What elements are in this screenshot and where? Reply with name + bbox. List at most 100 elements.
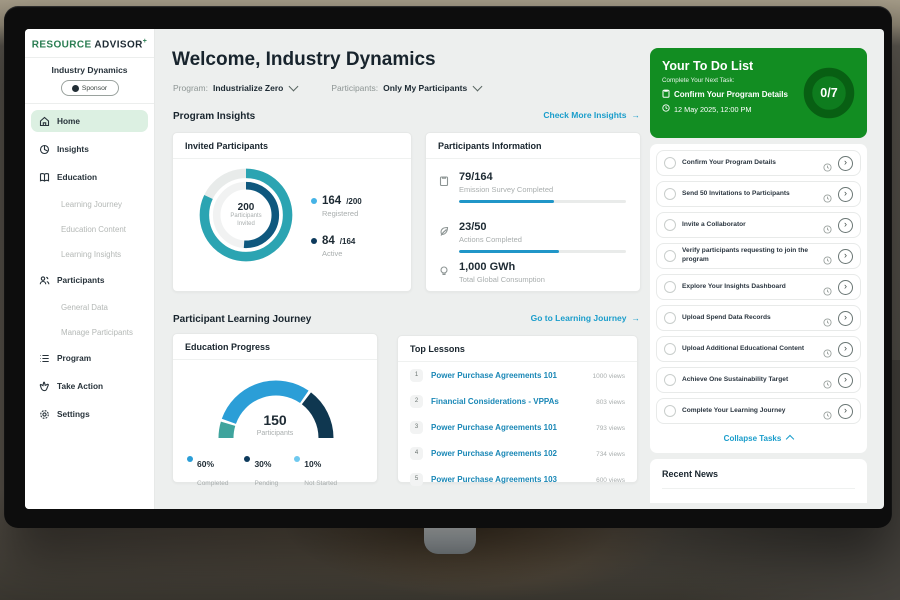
todo-item[interactable]: Send 50 Invitations to Participants › xyxy=(656,181,861,207)
logo-primary: RESOURCE xyxy=(32,39,92,50)
checkbox[interactable] xyxy=(664,374,676,386)
sidebar-item-label: Manage Participants xyxy=(61,328,133,337)
check-more-insights-link[interactable]: Check More Insights → xyxy=(543,110,640,120)
participants-dropdown[interactable]: Participants: Only My Participants xyxy=(331,83,481,93)
views-label: views xyxy=(607,477,625,484)
sidebar-item-home[interactable]: Home xyxy=(31,110,148,132)
legend-label: Not Started xyxy=(304,480,337,487)
gauge-caption: Participants xyxy=(173,430,377,437)
metric-label: Total Global Consumption xyxy=(459,275,626,284)
program-dropdown[interactable]: Program: Industrialize Zero xyxy=(173,83,297,93)
lesson-link[interactable]: Financial Considerations - VPPAs xyxy=(431,397,588,406)
sidebar-item-participants[interactable]: Participants xyxy=(31,269,148,291)
go-to-learning-journey-link[interactable]: Go to Learning Journey → xyxy=(531,313,640,323)
card-title: Participants Information xyxy=(426,133,640,159)
views-count: 803 xyxy=(596,399,607,406)
checkbox[interactable] xyxy=(664,250,676,262)
sidebar-item-learning-insights[interactable]: Learning Insights xyxy=(31,245,148,263)
views-count: 600 xyxy=(596,477,607,484)
sidebar-item-learning-journey[interactable]: Learning Journey xyxy=(31,195,148,213)
sidebar-item-label: Settings xyxy=(57,409,90,419)
sidebar-item-label: Learning Insights xyxy=(61,250,121,259)
chevron-right-icon[interactable]: › xyxy=(838,342,853,357)
lesson-link[interactable]: Power Purchase Agreements 102 xyxy=(431,449,588,458)
info-icon xyxy=(823,376,832,385)
info-icon xyxy=(823,345,832,354)
legend-dot xyxy=(311,238,317,244)
main-content: Welcome, Industry Dynamics Program: Indu… xyxy=(155,29,650,509)
bulb-icon xyxy=(438,261,451,284)
todo-item[interactable]: Verify participants requesting to join t… xyxy=(656,243,861,269)
todo-item[interactable]: Complete Your Learning Journey › xyxy=(656,398,861,424)
sidebar-item-education[interactable]: Education xyxy=(31,166,148,188)
chevron-right-icon[interactable]: › xyxy=(838,187,853,202)
chevron-right-icon[interactable]: › xyxy=(838,218,853,233)
sidebar-item-settings[interactable]: Settings xyxy=(31,403,148,425)
checkbox[interactable] xyxy=(664,312,676,324)
donut-center-label: 200 Participants Invited xyxy=(194,163,298,267)
leaf-icon xyxy=(438,221,451,253)
legend-pct: 60% xyxy=(197,459,214,469)
todo-item[interactable]: Upload Spend Data Records › xyxy=(656,305,861,331)
rank-badge: 5 xyxy=(410,473,423,486)
legend-total: /200 xyxy=(346,197,362,206)
progress-track xyxy=(459,200,626,203)
todo-item[interactable]: Upload Additional Educational Content › xyxy=(656,336,861,362)
sidebar-item-education-content[interactable]: Education Content xyxy=(31,220,148,238)
todo-item-label: Send 50 Invitations to Participants xyxy=(682,190,817,199)
chevron-down-icon xyxy=(473,82,483,92)
sidebar-item-take-action[interactable]: Take Action xyxy=(31,375,148,397)
lesson-link[interactable]: Power Purchase Agreements 103 xyxy=(431,475,588,484)
actions-completed-row: 23/50 Actions Completed xyxy=(438,221,626,253)
checkbox[interactable] xyxy=(664,343,676,355)
checkbox[interactable] xyxy=(664,281,676,293)
checkbox[interactable] xyxy=(664,219,676,231)
todo-counter: 0/7 xyxy=(800,64,858,122)
legend-active: 84/164 Active xyxy=(311,235,355,258)
chevron-right-icon[interactable]: › xyxy=(838,404,853,419)
todo-item[interactable]: Explore Your Insights Dashboard › xyxy=(656,274,861,300)
sidebar-item-program[interactable]: Program xyxy=(31,347,148,369)
todo-item[interactable]: Confirm Your Program Details › xyxy=(656,150,861,176)
views-label: views xyxy=(607,451,625,458)
todo-panel: Your To Do List Complete Your Next Task:… xyxy=(650,29,867,503)
info-icon xyxy=(823,314,832,323)
clipboard-icon xyxy=(438,171,451,203)
lesson-row: 5 Power Purchase Agreements 103 600 view… xyxy=(398,466,637,492)
todo-item[interactable]: Achieve One Sustainability Target › xyxy=(656,367,861,393)
participants-icon xyxy=(39,275,50,286)
collapse-tasks-button[interactable]: Collapse Tasks xyxy=(656,429,861,447)
donut-center-caption: Invited xyxy=(237,221,255,229)
sidebar-item-label: Home xyxy=(57,116,80,126)
filter-bar: Program: Industrialize Zero Participants… xyxy=(173,83,481,93)
monitor-bezel: RESOURCE ADVISOR+ Industry Dynamics Spon… xyxy=(4,6,892,528)
todo-item-label: Confirm Your Program Details xyxy=(682,159,817,168)
chevron-right-icon[interactable]: › xyxy=(838,373,853,388)
chevron-right-icon[interactable]: › xyxy=(838,311,853,326)
lesson-link[interactable]: Power Purchase Agreements 101 xyxy=(431,371,584,380)
card-title: Top Lessons xyxy=(398,336,637,362)
todo-item[interactable]: Invite a Collaborator › xyxy=(656,212,861,238)
chevron-right-icon[interactable]: › xyxy=(838,156,853,171)
link-label: Check More Insights xyxy=(543,110,626,120)
chevron-right-icon[interactable]: › xyxy=(838,280,853,295)
chevron-right-icon[interactable]: › xyxy=(838,249,853,264)
legend-completed: 60% Completed xyxy=(187,454,228,490)
chevron-down-icon xyxy=(289,82,299,92)
monitor-stand xyxy=(424,524,476,554)
lesson-link[interactable]: Power Purchase Agreements 101 xyxy=(431,423,588,432)
sidebar-item-label: Learning Journey xyxy=(61,200,122,209)
sidebar-item-general-data[interactable]: General Data xyxy=(31,298,148,316)
checkbox[interactable] xyxy=(664,157,676,169)
metric-label: Actions Completed xyxy=(459,235,626,244)
link-label: Go to Learning Journey xyxy=(531,313,627,323)
gauge-center-label: 150 Participants xyxy=(173,412,377,437)
sidebar-item-insights[interactable]: Insights xyxy=(31,138,148,160)
todo-item-label: Verify participants requesting to join t… xyxy=(682,247,817,265)
sidebar-item-manage-participants[interactable]: Manage Participants xyxy=(31,323,148,341)
legend-label: Pending xyxy=(254,480,278,487)
checkbox[interactable] xyxy=(664,405,676,417)
views-label: views xyxy=(607,399,625,406)
checkbox[interactable] xyxy=(664,188,676,200)
home-icon xyxy=(39,116,50,127)
